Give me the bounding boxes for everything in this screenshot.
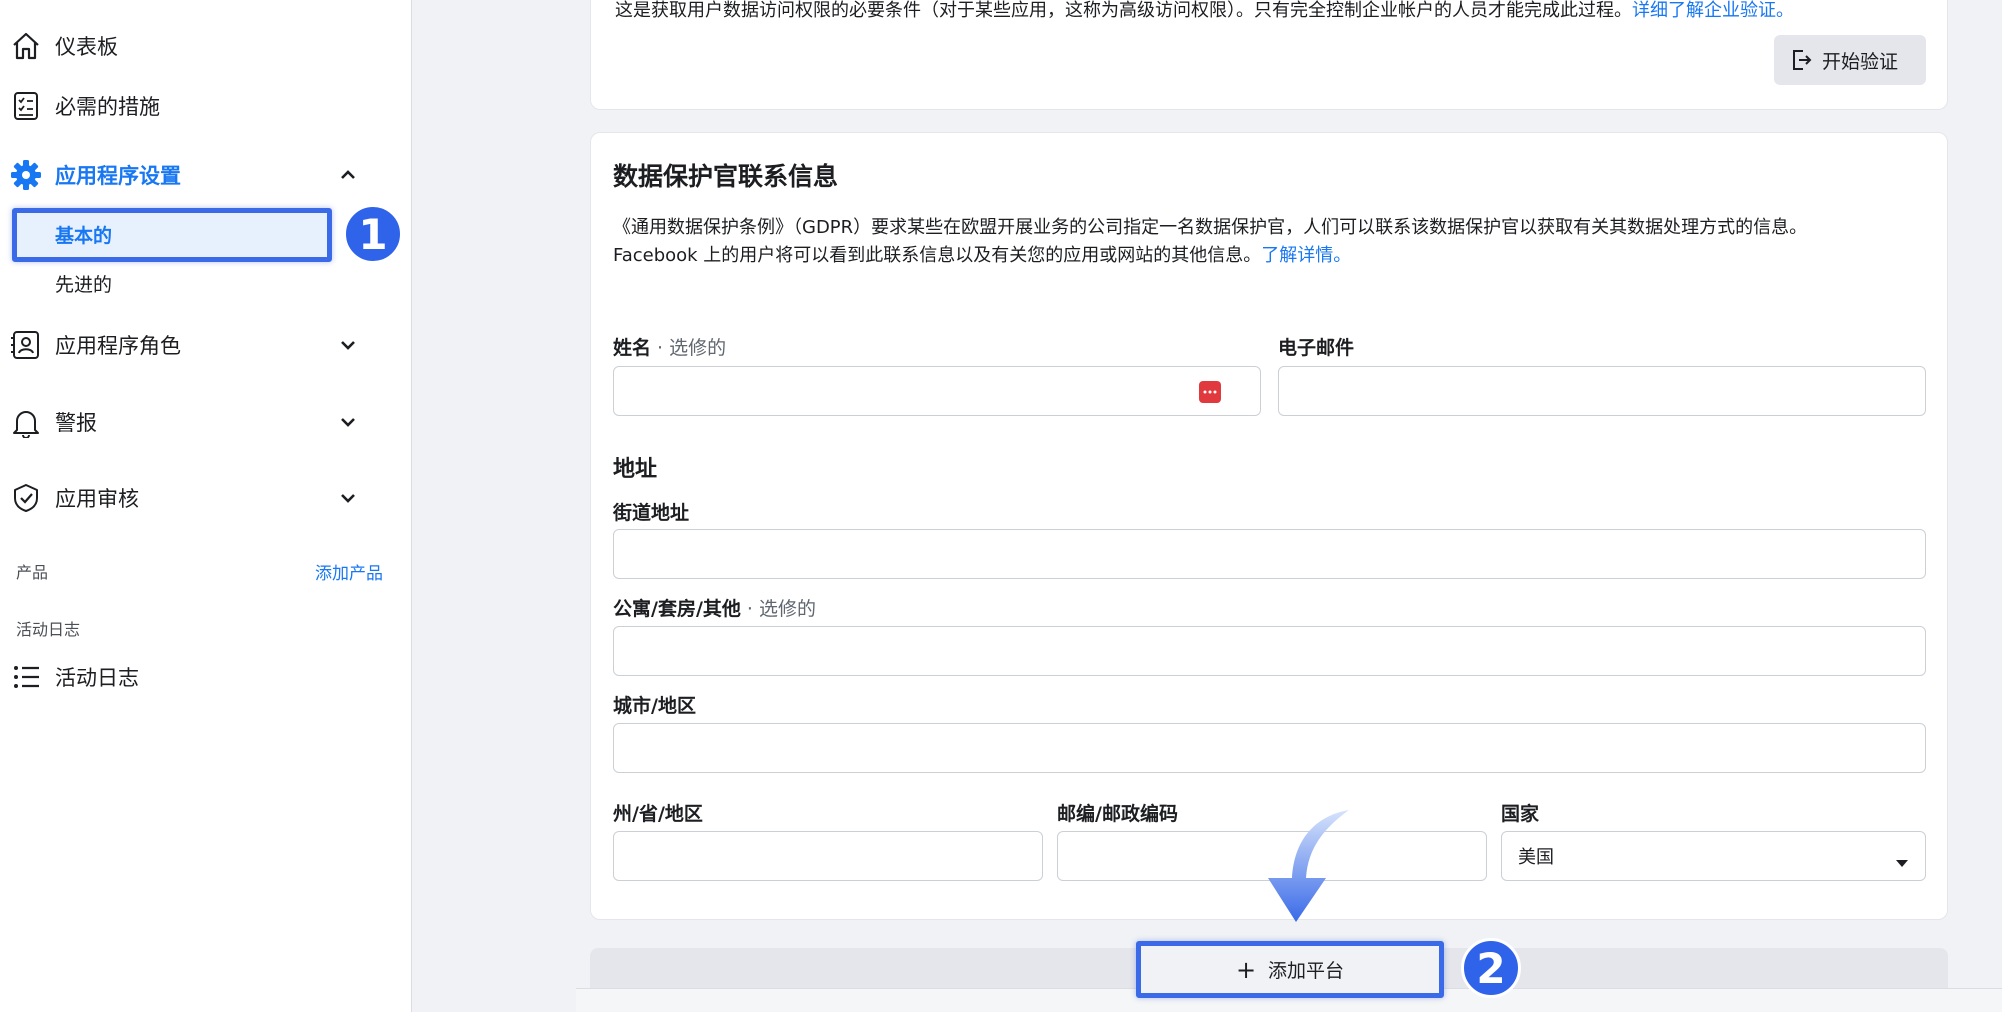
annotation-arrow-icon (1268, 810, 1349, 922)
sidebar-item-activity-log[interactable]: 活动日志 (0, 653, 390, 701)
start-verification-button[interactable]: 开始验证 (1774, 35, 1926, 85)
city-label: 城市/地区 (613, 695, 696, 717)
start-verification-label: 开始验证 (1822, 50, 1899, 73)
name-label-text: 姓名 (613, 337, 652, 359)
sidebar-subitem-advanced[interactable]: 先进的 (14, 259, 328, 307)
learn-more-link[interactable]: 了解详情。 (1261, 245, 1351, 266)
chevron-up-icon[interactable] (336, 163, 360, 187)
add-product-link[interactable]: 添加产品 (315, 559, 383, 584)
sidebar-subitem-label: 先进的 (55, 273, 113, 296)
dpo-description: 《通用数据保护条例》（GDPR）要求某些在欧盟开展业务的公司指定一名数据保护官，… (613, 214, 1923, 270)
plus-icon: + (1235, 955, 1257, 984)
dpo-contact-card: 数据保护官联系信息 《通用数据保护条例》（GDPR）要求某些在欧盟开展业务的公司… (590, 132, 1948, 920)
business-verification-card: 这是获取用户数据访问权限的必要条件（对于某些应用，这称为高级访问权限）。只有完全… (590, 0, 1948, 110)
country-label: 国家 (1501, 803, 1540, 825)
email-label: 电子邮件 (1278, 337, 1355, 359)
country-select-value: 美国 (1518, 847, 1554, 868)
exit-icon (1790, 48, 1812, 77)
sidebar-item-required-actions[interactable]: 必需的措施 (0, 82, 390, 130)
sidebar-item-label: 仪表板 (55, 35, 118, 59)
shield-check-icon (8, 480, 44, 516)
sidebar-item-label: 活动日志 (55, 666, 139, 690)
step-badge-1: 1 (343, 204, 403, 264)
address-header: 地址 (613, 457, 658, 482)
dpo-card-title: 数据保护官联系信息 (613, 162, 839, 191)
city-input[interactable] (613, 723, 1926, 773)
learn-business-verification-link[interactable]: 详细了解企业验证。 (1632, 0, 1794, 21)
name-input[interactable] (613, 366, 1261, 416)
page: 仪表板 必需的措施 应用程序设置 基本的 1 先进的 应用程序角色 警报 应用审… (0, 0, 2002, 1012)
state-input[interactable] (613, 831, 1043, 881)
activity-log-section-header: 活动日志 (16, 620, 81, 639)
apt-input[interactable] (613, 626, 1926, 676)
sidebar-item-app-roles[interactable]: 应用程序角色 (0, 321, 390, 369)
apt-label-text: 公寓/套房/其他 (613, 598, 741, 620)
optional-suffix: · 选修的 (740, 598, 817, 620)
products-section-header: 产品 (16, 563, 49, 582)
list-icon (8, 659, 44, 695)
street-input[interactable] (613, 529, 1926, 579)
chevron-down-icon[interactable] (336, 486, 360, 510)
password-manager-icon[interactable] (1199, 381, 1221, 403)
sidebar-item-label: 必需的措施 (55, 95, 160, 119)
sidebar-item-app-settings[interactable]: 应用程序设置 (0, 151, 390, 199)
sidebar-item-label: 应用审核 (55, 487, 139, 511)
business-verification-text: 这是获取用户数据访问权限的必要条件（对于某些应用，这称为高级访问权限）。只有完全… (615, 0, 1794, 22)
contact-card-icon (8, 327, 44, 363)
verification-description: 这是获取用户数据访问权限的必要条件（对于某些应用，这称为高级访问权限）。只有完全… (615, 0, 1632, 21)
highlight-box-basic (12, 208, 332, 262)
sidebar-item-app-review[interactable]: 应用审核 (0, 474, 390, 522)
name-label: 姓名 · 选修的 (613, 333, 726, 360)
add-platform-button[interactable]: + 添加平台 (1136, 941, 1444, 998)
sidebar-item-label: 警报 (55, 411, 97, 435)
gdpr-description: 《通用数据保护条例》（GDPR）要求某些在欧盟开展业务的公司指定一名数据保护官，… (613, 217, 1808, 238)
sidebar-item-label: 应用程序角色 (55, 334, 181, 358)
step-badge-2: 2 (1461, 938, 1521, 998)
add-platform-label: 添加平台 (1268, 960, 1345, 982)
visibility-description: Facebook 上的用户将可以看到此联系信息以及有关您的应用或网站的其他信息。… (613, 242, 1923, 270)
email-input[interactable] (1278, 366, 1926, 416)
country-select[interactable]: 美国 (1501, 831, 1926, 881)
street-label: 街道地址 (613, 502, 690, 524)
sidebar-item-alerts[interactable]: 警报 (0, 398, 390, 446)
home-icon (8, 28, 44, 64)
sidebar: 仪表板 必需的措施 应用程序设置 基本的 1 先进的 应用程序角色 警报 应用审… (0, 0, 412, 1012)
sidebar-item-label: 应用程序设置 (55, 164, 181, 188)
chevron-down-icon[interactable] (336, 333, 360, 357)
optional-suffix: · 选修的 (651, 337, 727, 359)
chevron-down-icon[interactable] (336, 410, 360, 434)
bell-icon (8, 404, 44, 440)
visibility-text: Facebook 上的用户将可以看到此联系信息以及有关您的应用或网站的其他信息。 (613, 245, 1262, 266)
sidebar-item-dashboard[interactable]: 仪表板 (0, 22, 390, 70)
state-label: 州/省/地区 (613, 803, 703, 825)
checklist-icon (8, 88, 44, 124)
gear-icon (8, 157, 44, 193)
caret-down-icon (1895, 852, 1909, 873)
apt-label: 公寓/套房/其他 · 选修的 (613, 594, 816, 621)
zip-label: 邮编/邮政编码 (1057, 803, 1178, 825)
